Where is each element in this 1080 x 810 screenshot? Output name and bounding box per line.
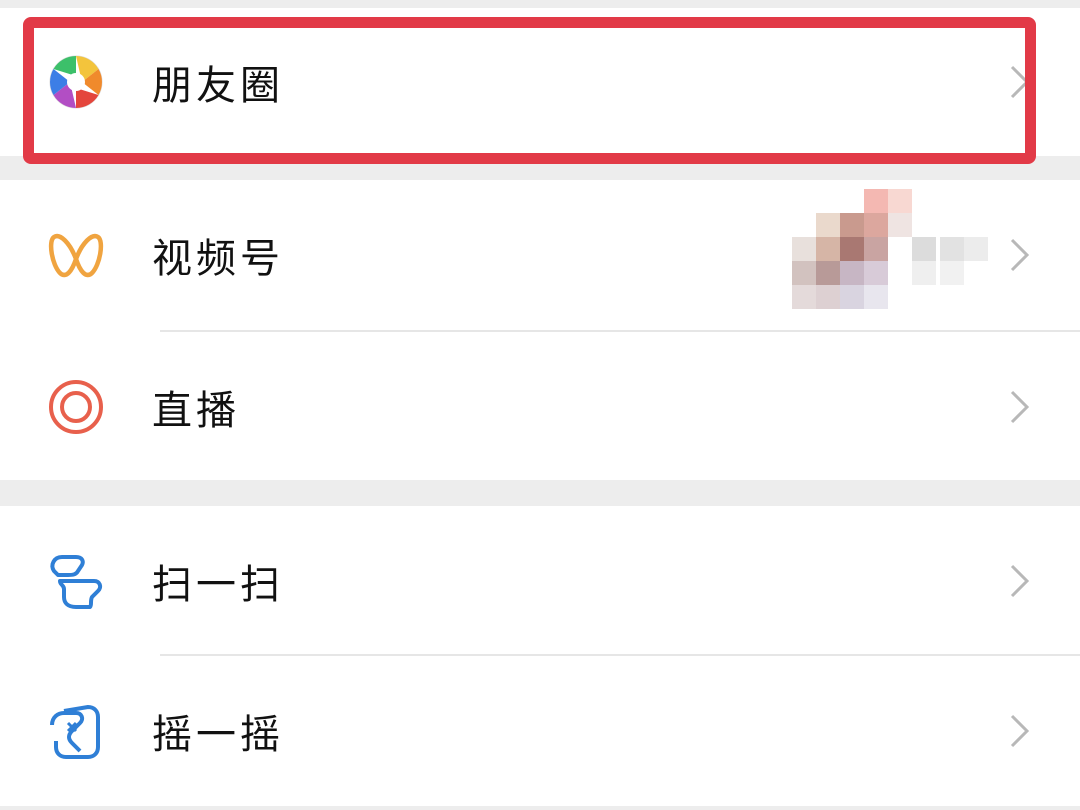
chevron-right-icon [1008, 63, 1032, 101]
menu-item-label: 直播 [152, 388, 240, 434]
chevron-right-icon [1008, 388, 1032, 426]
channels-butterfly-icon [46, 225, 106, 285]
chevron-right-icon [1008, 562, 1032, 600]
chevron-right-icon [1008, 712, 1032, 750]
menu-item-moments[interactable]: 朋友圈 [0, 8, 1080, 156]
menu-item-scan[interactable]: 扫一扫 [0, 506, 1080, 656]
group-moments: 朋友圈 [0, 8, 1080, 156]
menu-item-label: 扫一扫 [152, 562, 284, 608]
menu-item-shake[interactable]: 摇一摇 [0, 656, 1080, 806]
shake-icon [46, 701, 106, 761]
scan-icon [46, 551, 106, 611]
live-ring-icon [46, 377, 106, 437]
moments-aperture-icon [46, 52, 106, 112]
group-scan-shake: 扫一扫 摇一摇 [0, 506, 1080, 806]
chevron-right-icon [1008, 236, 1032, 274]
menu-item-label: 摇一摇 [152, 712, 284, 758]
menu-item-live[interactable]: 直播 [0, 332, 1080, 482]
menu-item-label: 朋友圈 [152, 63, 284, 109]
menu-item-label: 视频号 [152, 236, 284, 282]
pixelated-thumbnail [790, 189, 990, 311]
